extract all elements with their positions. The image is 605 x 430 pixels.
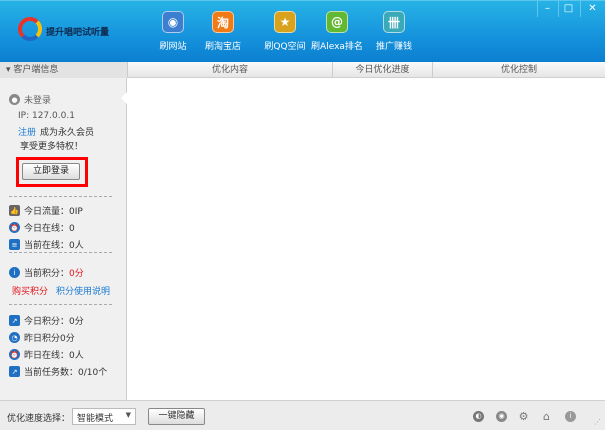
points-help-link[interactable]: 积分使用说明: [56, 284, 110, 297]
app-logo: [18, 17, 42, 41]
nav-label: 刷Alexa排名: [311, 42, 363, 52]
column-control: 优化控制: [432, 62, 605, 78]
stat-points-yesterday: ◔ 昨日积分0分: [9, 331, 75, 344]
speed-label: 优化速度选择：: [7, 414, 71, 424]
nav-label: 刷QQ空间: [264, 42, 306, 52]
stat-text: 昨日在线：0人: [24, 351, 84, 361]
info-icon[interactable]: i: [565, 411, 576, 422]
login-status: ● 未登录: [9, 93, 51, 106]
divider: [9, 304, 112, 305]
divider: [9, 252, 112, 253]
stat-traffic: 👍 今日流量：0IP: [9, 204, 83, 217]
ip-text: IP: 127.0.0.1: [18, 111, 75, 121]
nav-label: 刷淘宝店: [204, 42, 241, 52]
sidebar-header[interactable]: ▾ 客户端信息: [0, 62, 127, 78]
chart-icon: ↗: [9, 315, 20, 326]
list-icon: ≡: [9, 239, 20, 250]
star-icon: ★: [274, 11, 296, 33]
privilege-text: 享受更多特权！: [20, 142, 84, 152]
stat-text: 当前任务数：0/10个: [24, 368, 108, 378]
eye-icon[interactable]: ◉: [496, 411, 507, 422]
globe-icon: ◉: [162, 11, 184, 33]
stat-tasks: ↗ 当前任务数：0/10个: [9, 365, 107, 378]
header: 提升唱吧试听量 ◉ 刷网站 淘刷淘宝店 ★ 刷QQ空间 @ 刷Alexa排名 卌推广赚…: [0, 0, 605, 62]
nav-alexa[interactable]: @ 刷Alexa排名: [305, 11, 369, 52]
app-title: 提升唱吧试听量: [46, 28, 110, 38]
speed-value: 智能模式: [77, 414, 114, 424]
close-button[interactable]: ✕: [580, 1, 604, 17]
nav-label: 刷网站: [159, 42, 187, 52]
stat-online-now: ≡ 当前在线：0人: [9, 238, 84, 251]
status-text: 未登录: [24, 96, 52, 106]
chart-icon: ↗: [9, 366, 20, 377]
register-link[interactable]: 注册: [18, 125, 36, 138]
at-icon: @: [326, 11, 348, 33]
maximize-button[interactable]: □: [558, 1, 578, 17]
info-icon: i: [9, 267, 20, 278]
login-button[interactable]: 立即登录: [22, 163, 80, 180]
column-progress: 今日优化进度: [332, 62, 432, 78]
sidebar-pointer: [121, 92, 127, 104]
gear-icon[interactable]: ⚙: [518, 411, 529, 422]
sidebar-header-label: 客户端信息: [13, 65, 59, 75]
stat-text: 昨日积分0分: [24, 334, 75, 344]
stat-online-yesterday: ⏰ 昨日在线：0人: [9, 348, 84, 361]
stat-text: 当前在线：0人: [24, 241, 84, 251]
alarm-clock-icon: ⏰: [9, 222, 20, 233]
network-icon[interactable]: ◐: [473, 411, 484, 422]
stat-points-today: ↗ 今日积分：0分: [9, 314, 84, 327]
resize-grip-icon[interactable]: ⋰: [594, 418, 601, 426]
promote-icon: 卌: [383, 11, 405, 33]
stat-text: 今日流量：0IP: [24, 207, 83, 217]
register-line: 注册 成为永久会员: [18, 125, 94, 138]
stat-text: 今日在线：0: [24, 224, 75, 234]
stat-online-today: ⏰ 今日在线：0: [9, 221, 75, 234]
divider: [9, 196, 112, 197]
stat-text: 今日积分：0分: [24, 317, 84, 327]
chevron-down-icon: ▼: [125, 411, 131, 419]
nav-label: 推广赚钱: [375, 42, 412, 52]
hide-button[interactable]: 一键隐藏: [148, 408, 205, 425]
points-value: 0分: [69, 269, 84, 279]
member-text: 成为永久会员: [40, 128, 95, 138]
taobao-icon: 淘: [212, 11, 234, 33]
user-icon: ●: [9, 94, 20, 105]
points-links: 购买积分 积分使用说明: [12, 284, 110, 297]
home-icon[interactable]: ⌂: [541, 411, 552, 422]
speed-select[interactable]: 智能模式 ▼: [72, 408, 136, 425]
nav-taobao[interactable]: 淘刷淘宝店: [191, 11, 255, 52]
points-current: i 当前积分： 0分: [9, 266, 84, 279]
points-label: 当前积分：: [24, 269, 70, 279]
tab-bar: ▾ 客户端信息 优化内容 今日优化进度 优化控制: [0, 62, 605, 78]
buy-points-link[interactable]: 购买积分: [12, 284, 48, 297]
nav-promote[interactable]: 卌推广赚钱: [362, 11, 426, 52]
minimize-button[interactable]: –: [537, 1, 557, 17]
column-content: 优化内容: [127, 62, 332, 78]
thumb-up-icon: 👍: [9, 205, 20, 216]
sidebar: ● 未登录 IP: 127.0.0.1 注册 成为永久会员 享受更多特权！ 立即登录…: [0, 78, 127, 400]
clock-icon: ◔: [9, 332, 20, 343]
alarm-clock-icon: ⏰: [9, 349, 20, 360]
bottom-bar: 优化速度选择： 智能模式 ▼ 一键隐藏 ◐ ◉ ⚙ ⌂ i ⋰: [0, 400, 605, 430]
